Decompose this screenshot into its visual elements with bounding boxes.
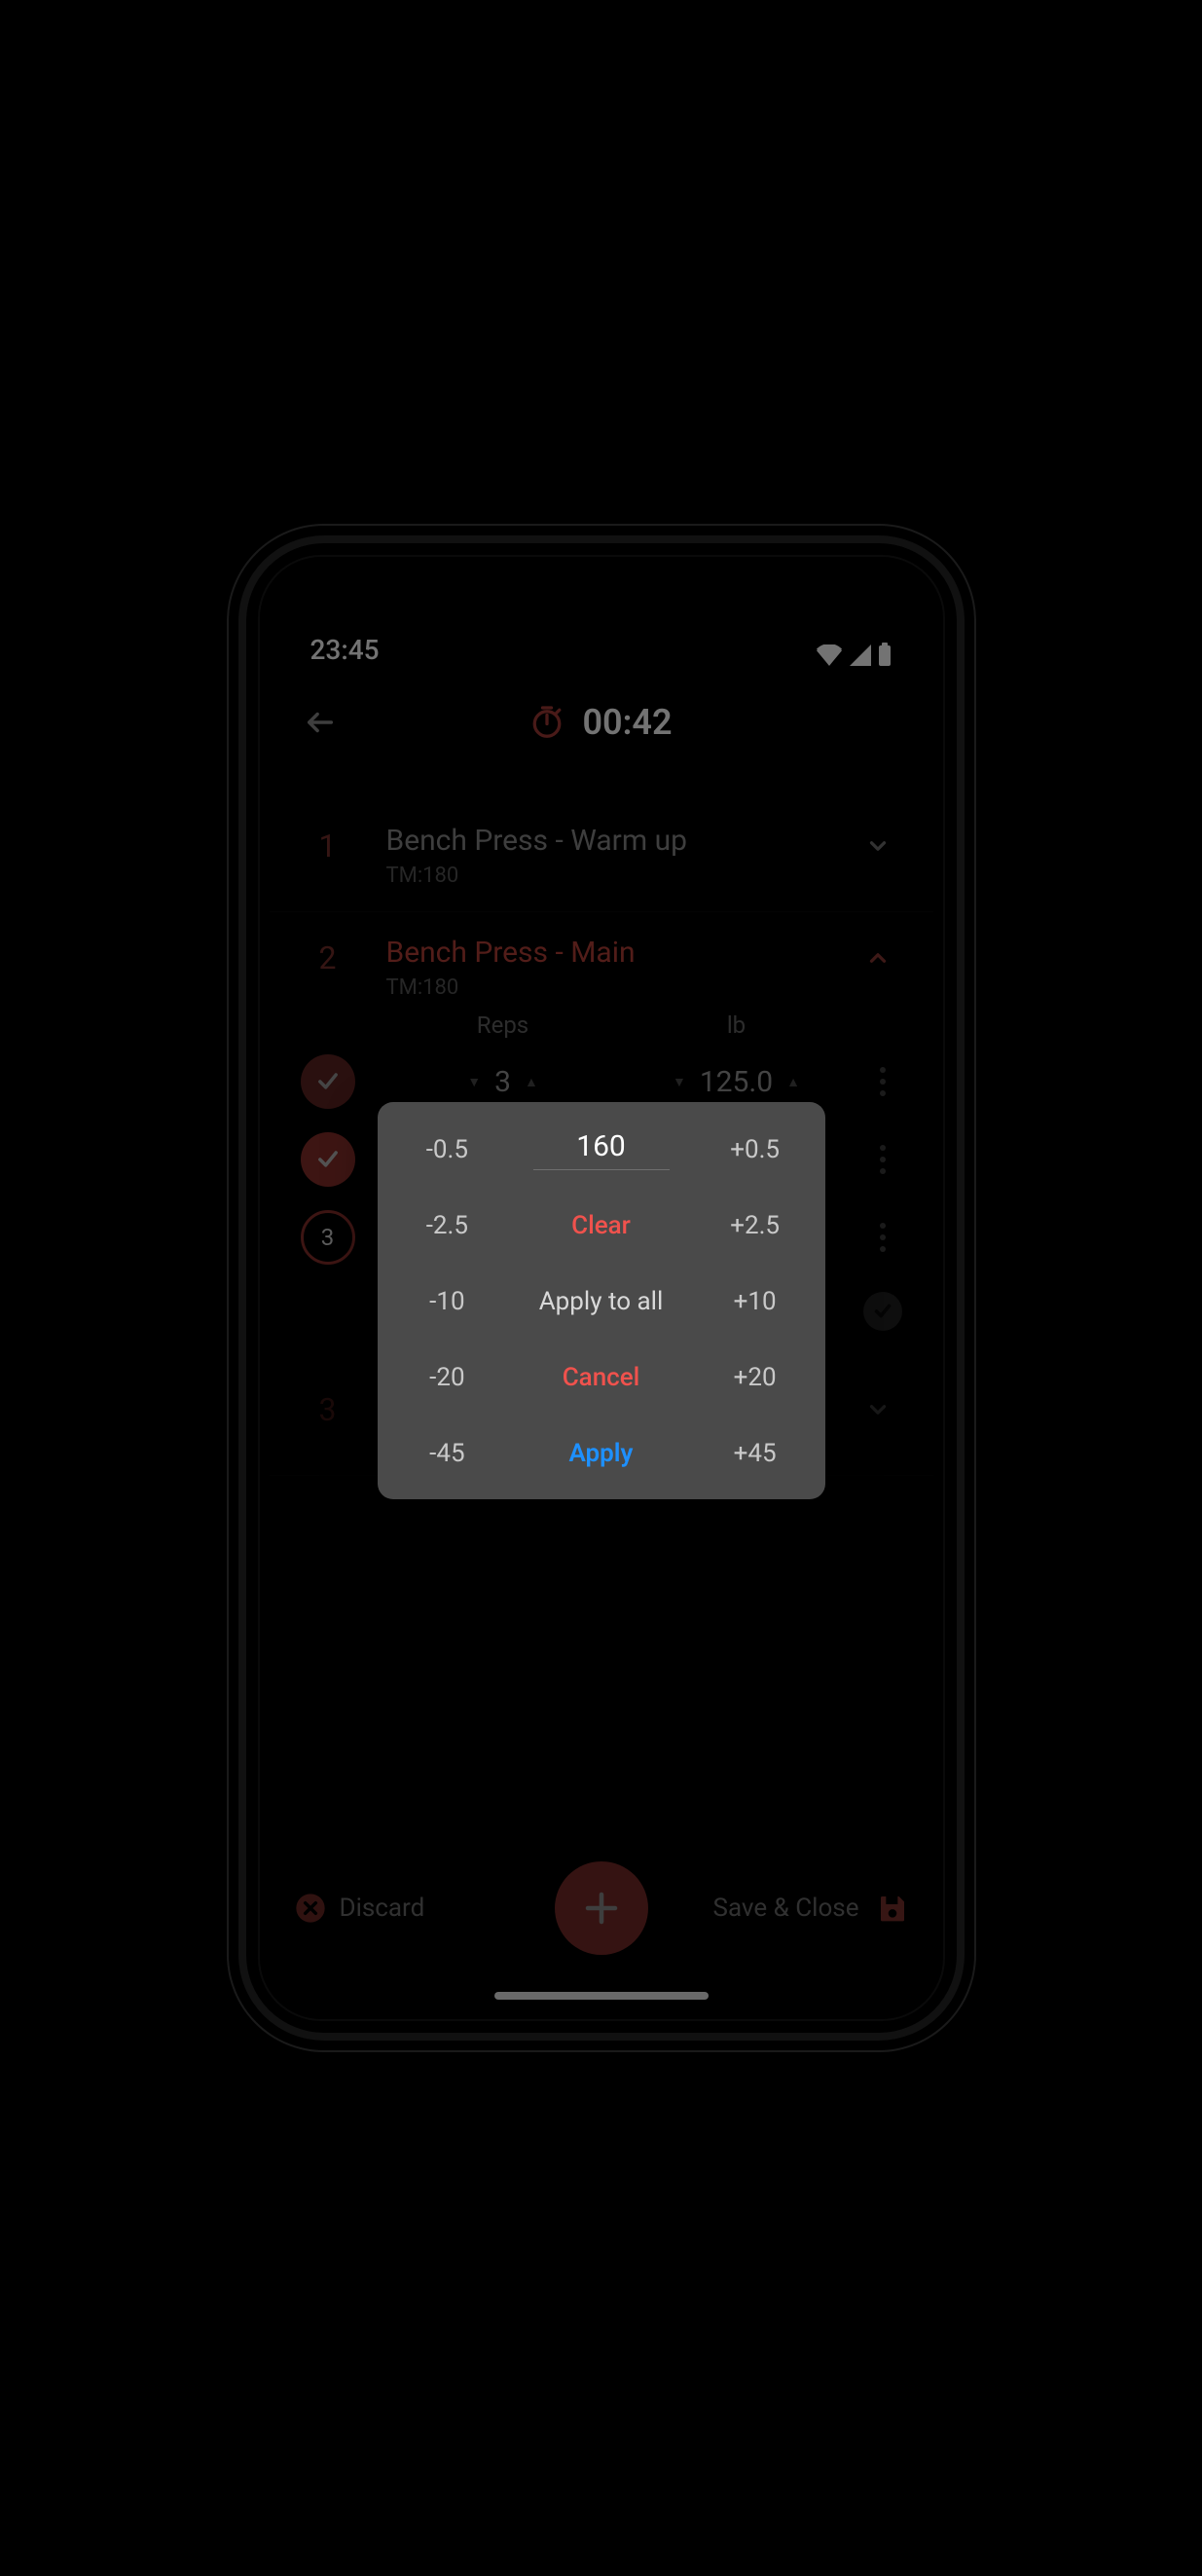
- decrement-20-button[interactable]: -20: [378, 1363, 518, 1392]
- increment-2.5-button[interactable]: +2.5: [685, 1211, 825, 1240]
- decrement-45-button[interactable]: -45: [378, 1439, 518, 1468]
- decrement-0.5-button[interactable]: -0.5: [378, 1135, 518, 1164]
- increment-45-button[interactable]: +45: [685, 1439, 825, 1468]
- clear-button[interactable]: Clear: [517, 1211, 685, 1240]
- phone-frame: 23:45 00:42: [246, 543, 957, 2033]
- canvas: 23:45 00:42: [0, 0, 1202, 2576]
- weight-adjust-dialog: -0.5 160 +0.5 -2.5 Clear +2.5 -10 Apply …: [378, 1102, 825, 1499]
- screen: 23:45 00:42: [270, 567, 933, 2009]
- apply-to-all-button[interactable]: Apply to all: [517, 1287, 685, 1316]
- decrement-10-button[interactable]: -10: [378, 1287, 518, 1316]
- weight-input[interactable]: 160: [533, 1129, 670, 1170]
- apply-button[interactable]: Apply: [517, 1439, 685, 1468]
- increment-10-button[interactable]: +10: [685, 1287, 825, 1316]
- increment-0.5-button[interactable]: +0.5: [685, 1135, 825, 1164]
- increment-20-button[interactable]: +20: [685, 1363, 825, 1392]
- decrement-2.5-button[interactable]: -2.5: [378, 1211, 518, 1240]
- cancel-button[interactable]: Cancel: [517, 1363, 685, 1392]
